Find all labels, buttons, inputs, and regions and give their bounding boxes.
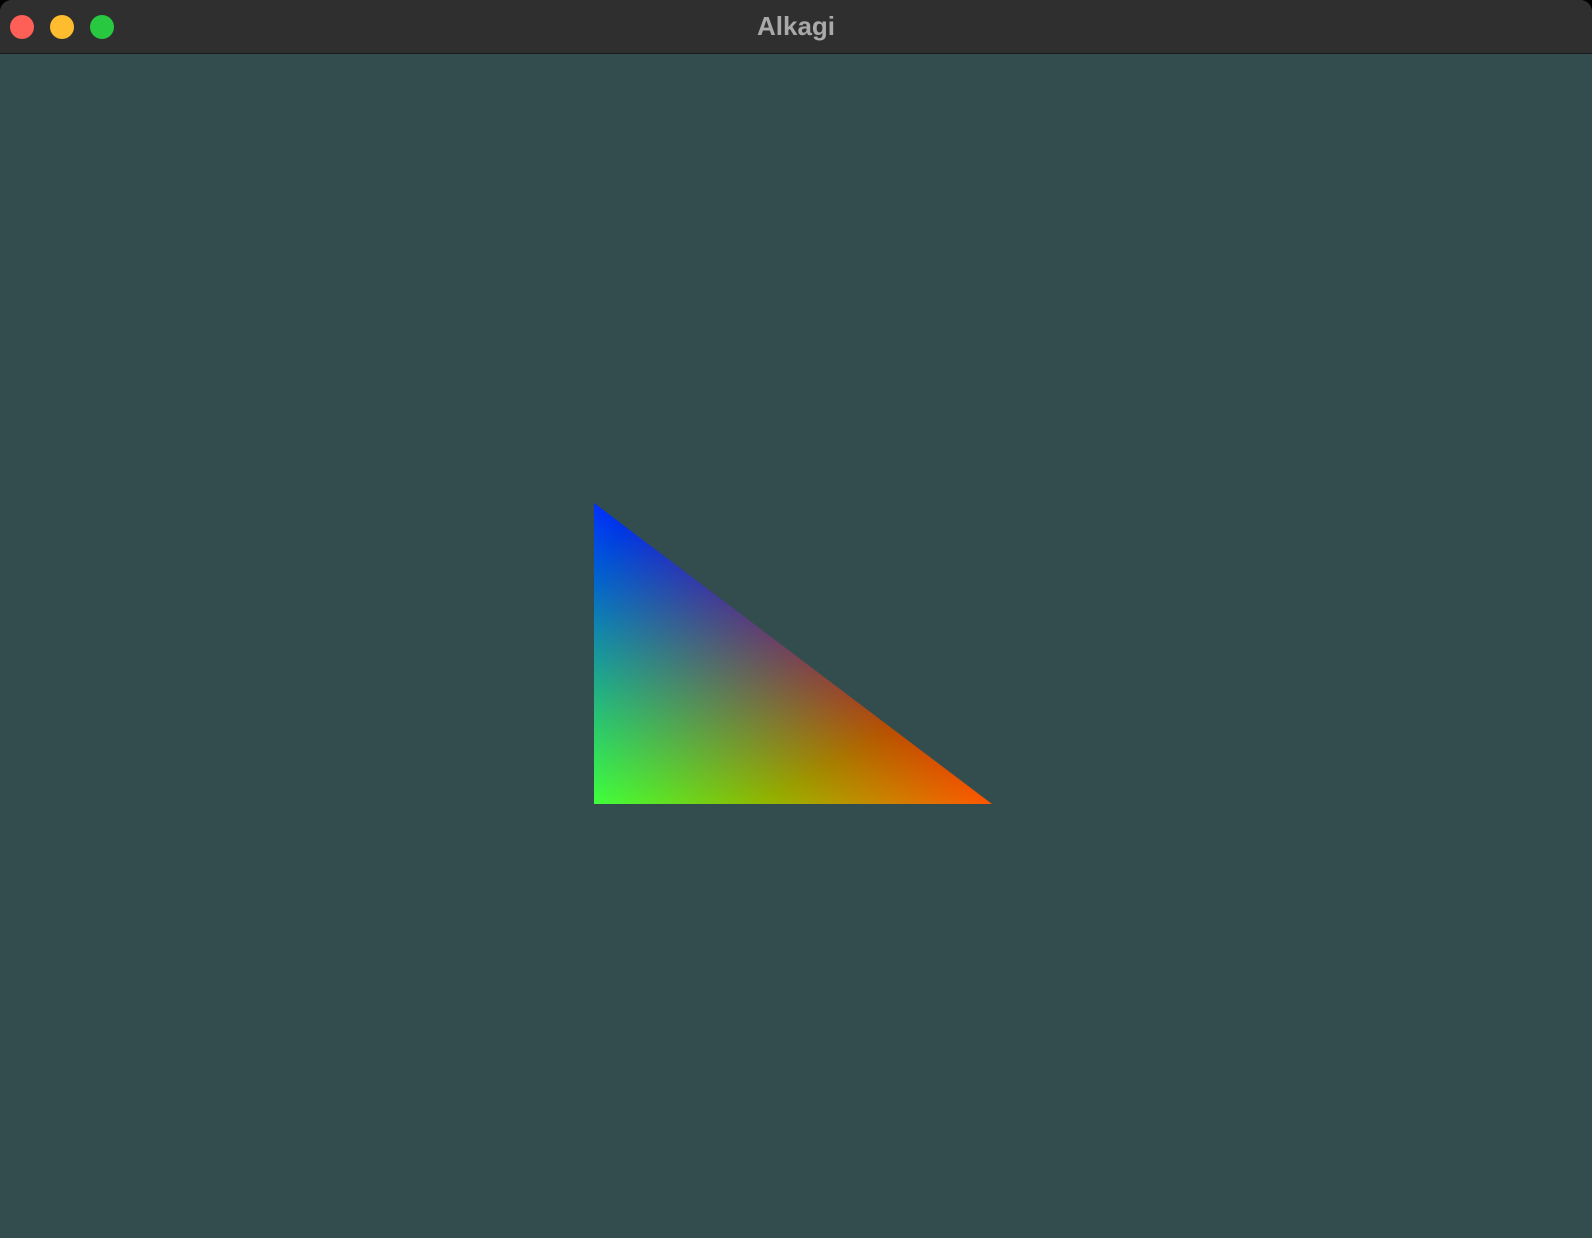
window-title: Alkagi: [756, 11, 836, 41]
render-canvas[interactable]: [0, 54, 1592, 1238]
app-window: Alkagi: [0, 0, 1592, 1238]
gradient-triangle: [594, 503, 992, 804]
title-bar[interactable]: Alkagi: [0, 0, 1592, 54]
scene-svg: [594, 503, 992, 804]
